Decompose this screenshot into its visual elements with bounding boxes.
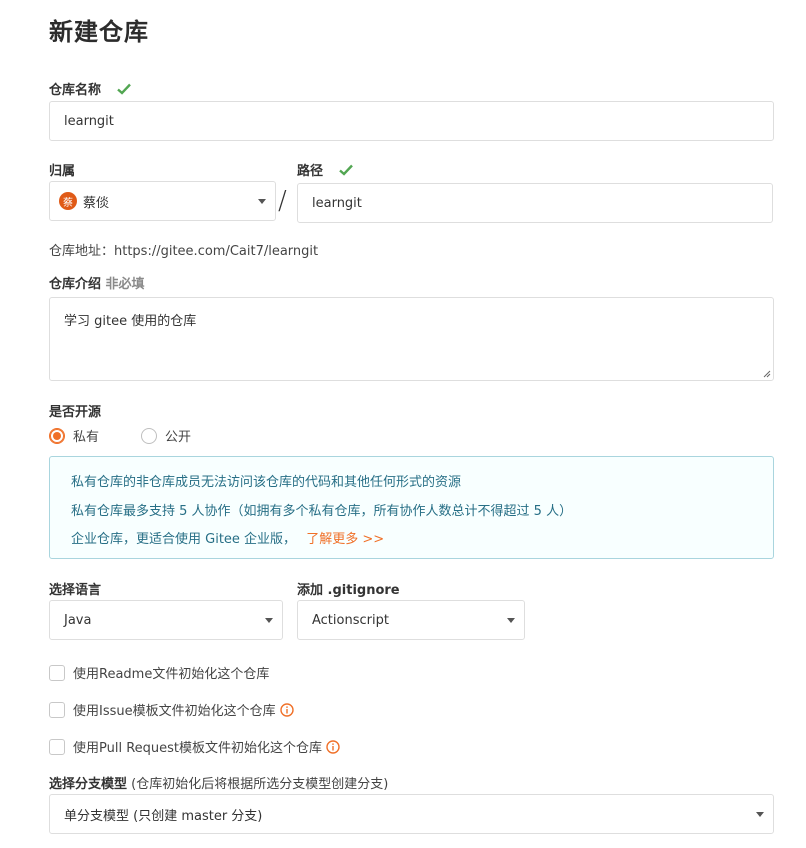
init-readme-option[interactable]: 使用Readme文件初始化这个仓库 — [49, 663, 269, 682]
radio-public-label: 公开 — [165, 430, 192, 445]
check-icon — [116, 83, 131, 95]
repo-address: 仓库地址：https://gitee.com/Cait7/learngit — [49, 244, 319, 259]
intro-optional-tag: 非必填 — [105, 277, 145, 292]
learn-more-link[interactable]: 了解更多 >> — [306, 532, 384, 547]
owner-value: 蔡倓 — [83, 195, 110, 211]
radio-public-control[interactable] — [141, 427, 157, 444]
init-pr-option[interactable]: 使用Pull Request模板文件初始化这个仓库 — [49, 737, 340, 756]
repo-name-input[interactable]: learngit — [49, 101, 774, 141]
notice-line-3-text: 企业仓库，更适合使用 Gitee 企业版， — [71, 532, 297, 547]
caret-down-icon — [258, 199, 266, 204]
owner-label: 归属 — [49, 164, 76, 179]
repo-name-value: learngit — [64, 113, 114, 129]
page-title: 新建仓库 — [49, 18, 149, 46]
init-readme-checkbox[interactable] — [49, 664, 65, 681]
owner-select[interactable]: 蔡 蔡倓 — [49, 181, 276, 221]
init-issue-label: 使用Issue模板文件初始化这个仓库 — [73, 704, 276, 719]
branch-model-label: 选择分支模型 (仓库初始化后将根据所选分支模型创建分支) — [49, 773, 388, 792]
init-issue-option[interactable]: 使用Issue模板文件初始化这个仓库 — [49, 700, 294, 719]
info-icon[interactable] — [326, 739, 340, 754]
radio-private[interactable]: 私有 — [49, 426, 99, 445]
intro-value: 学习 gitee 使用的仓库 — [64, 314, 197, 329]
init-pr-label: 使用Pull Request模板文件初始化这个仓库 — [73, 741, 323, 756]
branch-model-select[interactable]: 单分支模型 (只创建 master 分支) — [49, 794, 774, 834]
notice-line-1: 私有仓库的非仓库成员无法访问该仓库的代码和其他任何形式的资源 — [71, 475, 462, 490]
gitignore-value: Actionscript — [312, 612, 389, 628]
path-value: learngit — [312, 195, 362, 211]
branch-model-hint: (仓库初始化后将根据所选分支模型创建分支) — [131, 777, 389, 792]
intro-label: 仓库介绍 非必填 — [49, 273, 145, 292]
caret-down-icon — [756, 812, 764, 817]
init-issue-checkbox[interactable] — [49, 701, 65, 718]
check-icon — [338, 164, 353, 176]
branch-model-label-text: 选择分支模型 — [49, 777, 128, 792]
language-value: Java — [64, 612, 92, 628]
notice-line-2: 私有仓库最多支持 5 人协作（如拥有多个私有仓库，所有协作人数总计不得超过 5 … — [71, 504, 573, 519]
radio-private-control[interactable] — [49, 427, 65, 444]
caret-down-icon — [507, 618, 515, 623]
language-label: 选择语言 — [49, 583, 102, 598]
gitignore-select[interactable]: Actionscript — [297, 600, 525, 640]
path-label-text: 路径 — [297, 164, 324, 179]
init-readme-label: 使用Readme文件初始化这个仓库 — [73, 667, 270, 682]
avatar: 蔡 — [59, 192, 77, 210]
init-pr-checkbox[interactable] — [49, 738, 65, 755]
caret-down-icon — [265, 618, 273, 623]
radio-private-label: 私有 — [73, 430, 100, 445]
path-input[interactable]: learngit — [297, 183, 773, 223]
language-select[interactable]: Java — [49, 600, 283, 640]
gitignore-label: 添加 .gitignore — [297, 583, 400, 598]
private-notice: 私有仓库的非仓库成员无法访问该仓库的代码和其他任何形式的资源 私有仓库最多支持 … — [49, 456, 774, 559]
info-icon[interactable] — [279, 702, 294, 717]
radio-public[interactable]: 公开 — [141, 426, 191, 445]
branch-model-value: 单分支模型 (只创建 master 分支) — [64, 808, 263, 824]
notice-line-3: 企业仓库，更适合使用 Gitee 企业版， 了解更多 >> — [71, 528, 384, 547]
intro-textarea[interactable]: 学习 gitee 使用的仓库 — [49, 297, 774, 381]
repo-name-label-text: 仓库名称 — [49, 83, 102, 98]
visibility-label: 是否开源 — [49, 405, 102, 420]
path-label: 路径 — [297, 160, 354, 179]
resize-grip-icon[interactable] — [763, 370, 771, 378]
path-separator: / — [278, 186, 287, 216]
repo-name-label: 仓库名称 — [49, 79, 132, 98]
intro-label-text: 仓库介绍 — [49, 277, 102, 292]
